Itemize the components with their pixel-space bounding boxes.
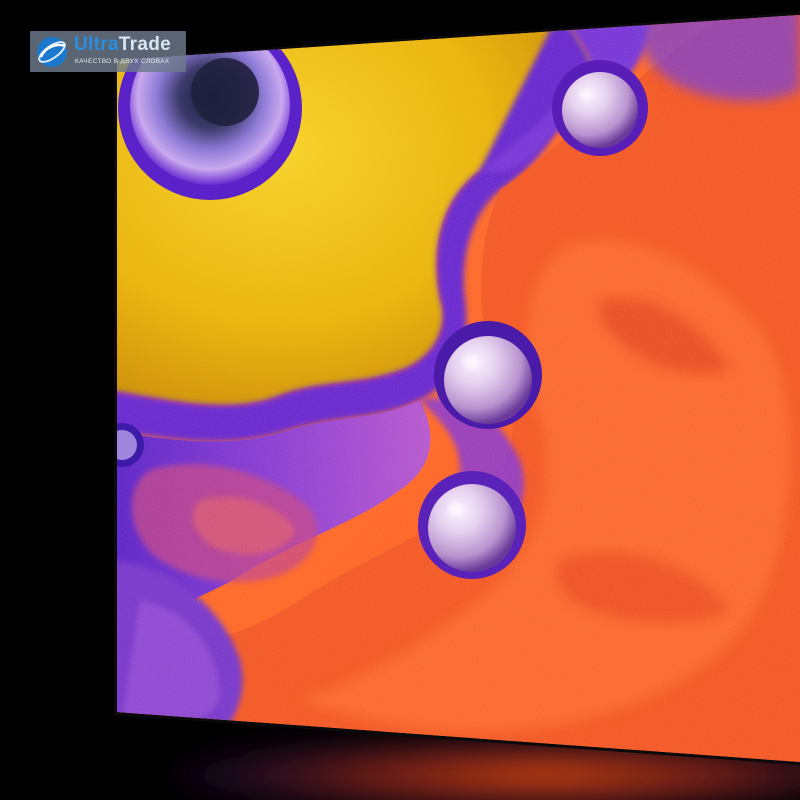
droplet-top <box>552 60 648 156</box>
product-photo: UltraTrade Качество в двух словах <box>0 0 800 800</box>
droplet-bottom <box>418 471 526 579</box>
watermark-logo: UltraTrade Качество в двух словах <box>30 31 186 72</box>
brand-wordmark: UltraTrade <box>74 34 171 56</box>
droplet-middle <box>434 321 542 429</box>
globe-icon <box>37 37 67 67</box>
brand-part2: Trade <box>118 34 171 55</box>
tv-screen <box>114 12 800 765</box>
brand-part1: Ultra <box>74 34 119 55</box>
brand-tagline: Качество в двух словах <box>75 58 170 65</box>
